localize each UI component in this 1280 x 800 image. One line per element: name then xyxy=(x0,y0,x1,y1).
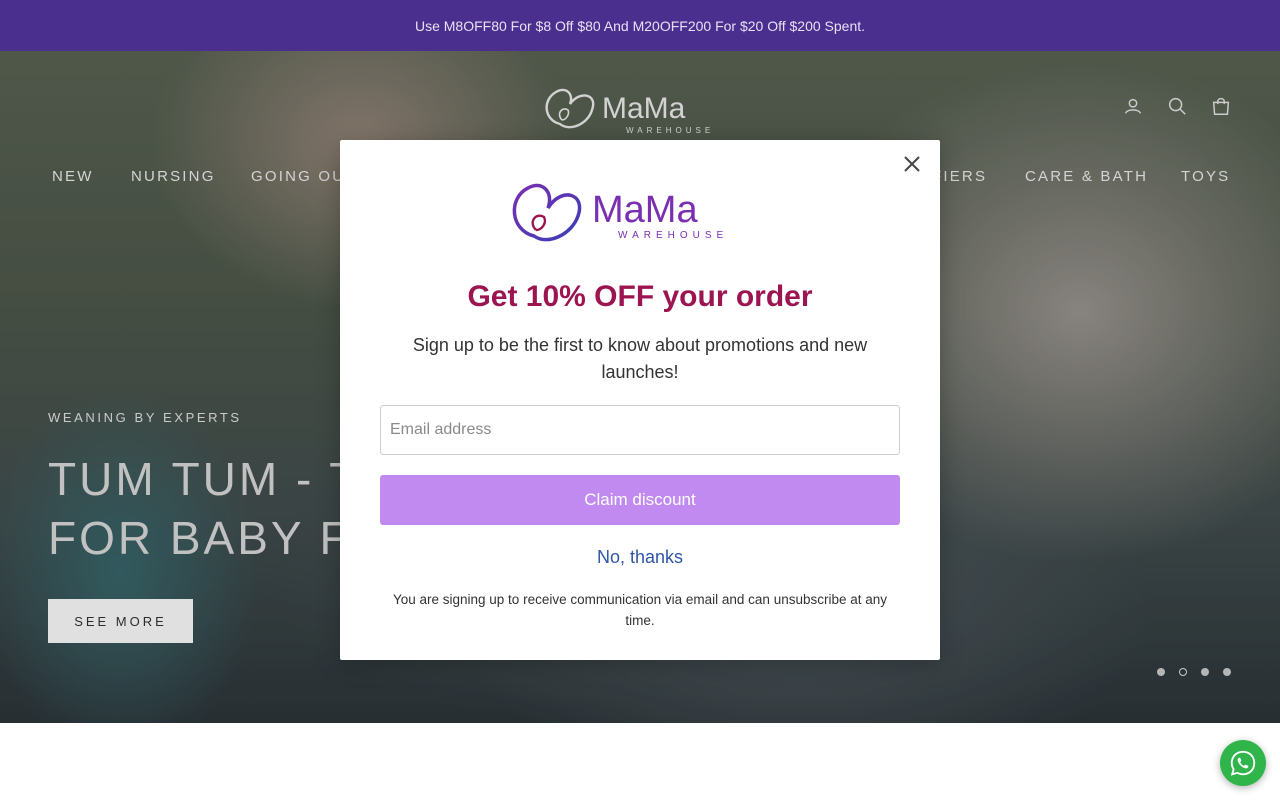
popup-subtext: Sign up to be the first to know about pr… xyxy=(412,335,868,382)
claim-discount-button[interactable]: Claim discount xyxy=(380,475,900,525)
close-icon xyxy=(904,156,920,172)
whatsapp-icon xyxy=(1230,750,1256,776)
email-input[interactable] xyxy=(380,405,900,455)
popup-logo-word: MaMa xyxy=(592,189,698,231)
popup-heading: Get 10% OFF your order xyxy=(467,280,813,313)
announcement-text: Use M8OFF80 For $8 Off $80 And M20OFF200… xyxy=(414,17,866,34)
popup-fineprint: You are signing up to receive communicat… xyxy=(392,592,888,628)
no-thanks-link[interactable]: No, thanks xyxy=(340,547,940,568)
popup-logo: MaMa WAREHOUSE xyxy=(506,176,766,256)
signup-popup: MaMa WAREHOUSE Get 10% OFF your order Si… xyxy=(340,140,940,660)
announcement-bar: Use M8OFF80 For $8 Off $80 And M20OFF200… xyxy=(0,0,1280,51)
close-popup-button[interactable] xyxy=(900,152,924,176)
popup-logo-sub: WAREHOUSE xyxy=(618,230,728,241)
whatsapp-chat-button[interactable] xyxy=(1220,740,1266,786)
